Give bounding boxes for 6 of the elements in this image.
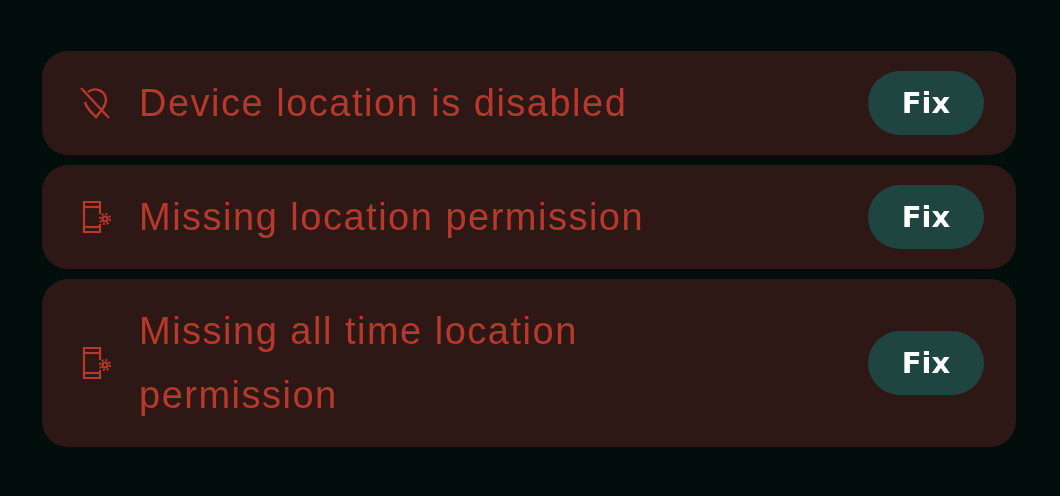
issue-message: Missing all time location permission: [139, 309, 579, 418]
fix-button[interactable]: Fix: [868, 331, 984, 395]
issue-message: Missing location permission: [139, 195, 646, 240]
fix-button[interactable]: Fix: [868, 185, 984, 249]
issue-message: Device location is disabled: [139, 81, 629, 126]
fix-button[interactable]: Fix: [868, 71, 984, 135]
